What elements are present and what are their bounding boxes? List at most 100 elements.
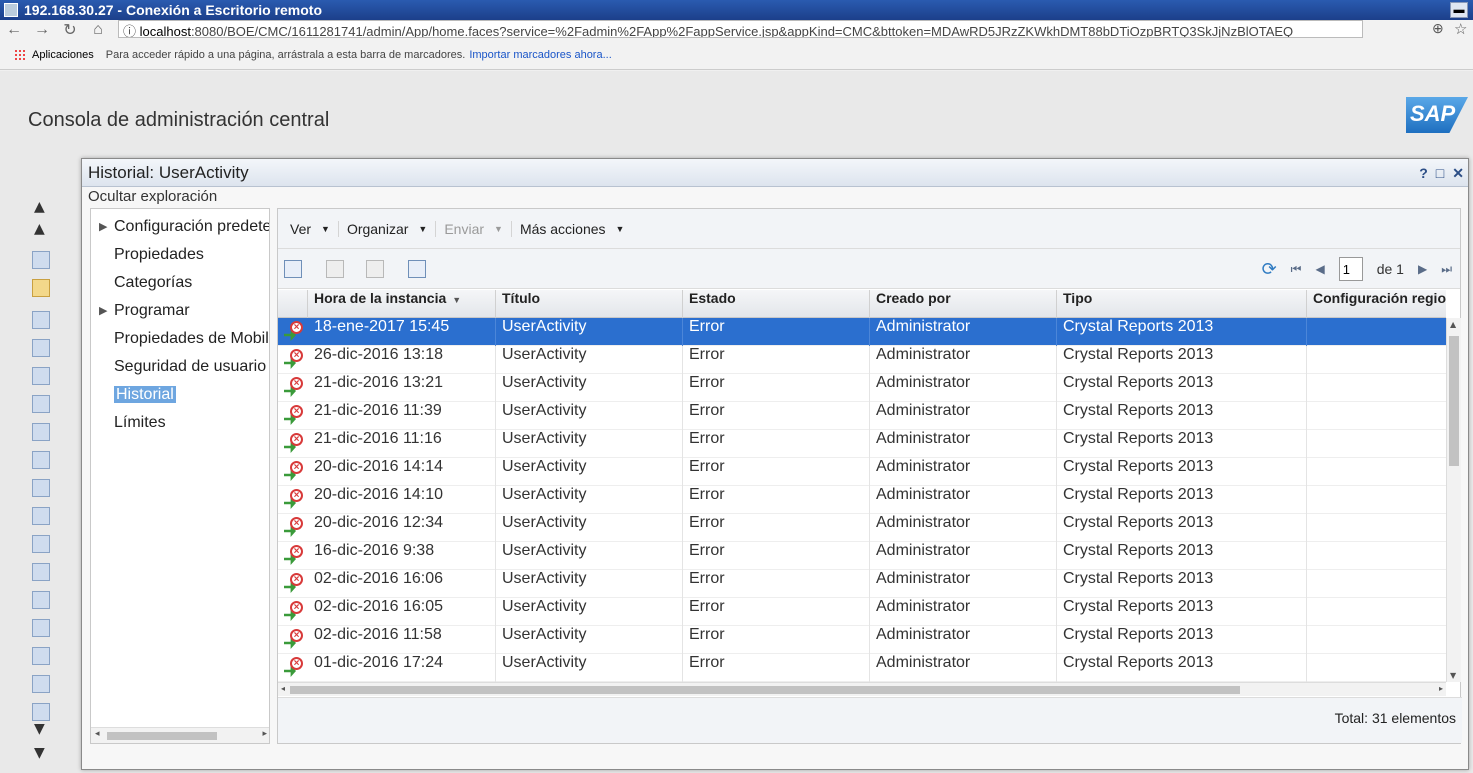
apps-grid-icon[interactable]: [14, 48, 26, 61]
reload-icon[interactable]: ↻: [56, 20, 84, 40]
scroll-thumb[interactable]: [107, 732, 217, 740]
failed-instance-icon: ×: [282, 377, 304, 399]
table-row[interactable]: × 20-dic-2016 14:10 UserActivity Error Admin…: [278, 486, 1446, 514]
connections-icon[interactable]: [32, 591, 50, 609]
inboxes-icon[interactable]: [32, 367, 50, 385]
info-icon: ⓘ: [123, 24, 140, 38]
page-number-input[interactable]: [1338, 257, 1363, 281]
reschedule-icon[interactable]: [408, 260, 426, 278]
address-bar[interactable]: ⓘ localhost:8080/BOE/CMC/1611281741/admi…: [118, 20, 1363, 38]
nav-horizontal-scrollbar[interactable]: ◂ ▸: [91, 727, 269, 743]
server-groups-icon[interactable]: [32, 507, 50, 525]
folders-icon[interactable]: [32, 311, 50, 329]
title-cell: UserActivity: [496, 374, 683, 402]
settings-icon[interactable]: [32, 703, 50, 721]
rdp-minimize-button[interactable]: ▬: [1450, 2, 1468, 18]
table-row[interactable]: × 16-dic-2016 9:38 UserActivity Error Admini…: [278, 542, 1446, 570]
nav-item-properties[interactable]: Propiedades: [91, 243, 269, 267]
nav-item-mobile-properties[interactable]: Propiedades de Mobile: [91, 327, 269, 351]
categories-icon[interactable]: [32, 395, 50, 413]
more-actions-menu-button[interactable]: Más acciones ▼: [512, 221, 633, 237]
expand-icon[interactable]: ▶: [99, 299, 107, 323]
calendars-icon[interactable]: [32, 423, 50, 441]
table-horizontal-scrollbar[interactable]: ◂ ▸: [278, 682, 1446, 696]
authentication-icon[interactable]: [32, 647, 50, 665]
hide-explore-link[interactable]: Ocultar exploración: [82, 187, 1468, 207]
apps-link[interactable]: Aplicaciones: [32, 49, 94, 61]
zoom-icon[interactable]: ⊕: [1432, 20, 1444, 37]
scroll-right-icon[interactable]: ▸: [1439, 684, 1443, 693]
scroll-top-icon[interactable]: ▲: [34, 199, 45, 215]
refresh-icon[interactable]: ⟳: [1262, 259, 1277, 280]
scroll-up-icon[interactable]: ▲: [34, 221, 45, 237]
column-header-title[interactable]: Título: [496, 290, 683, 318]
instance-details-icon[interactable]: [284, 260, 302, 278]
access-levels-icon[interactable]: [32, 619, 50, 637]
events-icon[interactable]: [32, 451, 50, 469]
column-header-instance-time[interactable]: Hora de la instancia ▼: [308, 290, 496, 318]
scroll-down-icon[interactable]: ▼: [34, 721, 45, 737]
column-header-status[interactable]: Estado: [683, 290, 870, 318]
table-row[interactable]: × 20-dic-2016 12:34 UserActivity Error Admin…: [278, 514, 1446, 542]
scroll-thumb[interactable]: [1449, 336, 1459, 466]
users-icon[interactable]: [32, 251, 50, 269]
forward-icon[interactable]: →: [28, 21, 56, 39]
table-row[interactable]: × 01-dic-2016 17:24 UserActivity Error Admin…: [278, 654, 1446, 682]
created-by-cell: Administrator: [870, 346, 1057, 374]
created-by-cell: Administrator: [870, 626, 1057, 654]
table-row[interactable]: × 02-dic-2016 16:06 UserActivity Error Admin…: [278, 570, 1446, 598]
nav-item-limits[interactable]: Límites: [91, 411, 269, 435]
instance-time-cell: 01-dic-2016 17:24: [308, 654, 496, 682]
home-icon[interactable]: ⌂: [84, 21, 112, 39]
import-bookmarks-link[interactable]: Importar marcadores ahora...: [469, 49, 611, 61]
table-row[interactable]: × 21-dic-2016 11:16 UserActivity Error Admin…: [278, 430, 1446, 458]
licenses-icon[interactable]: [32, 675, 50, 693]
first-page-icon[interactable]: ⏮: [1291, 262, 1302, 277]
failed-instance-icon: ×: [282, 657, 304, 679]
column-header-created-by[interactable]: Creado por: [870, 290, 1057, 318]
folder-icon[interactable]: [32, 279, 50, 297]
scroll-bottom-icon[interactable]: ▼: [34, 745, 45, 761]
nav-item-categories[interactable]: Categorías: [91, 271, 269, 295]
column-header-type[interactable]: Tipo: [1057, 290, 1307, 318]
column-header-locale[interactable]: Configuración regional: [1307, 290, 1446, 318]
applications-icon[interactable]: [32, 535, 50, 553]
scroll-right-icon[interactable]: ▸: [262, 729, 267, 739]
scroll-thumb[interactable]: [290, 686, 1240, 694]
send-menu-button[interactable]: Enviar ▼: [436, 220, 512, 237]
table-row[interactable]: × 02-dic-2016 11:58 UserActivity Error Admin…: [278, 626, 1446, 654]
nav-item-schedule[interactable]: ▶ Programar: [91, 299, 269, 323]
organize-label: Organizar: [346, 220, 409, 237]
created-by-cell: Administrator: [870, 374, 1057, 402]
nav-item-user-security[interactable]: Seguridad de usuario: [91, 355, 269, 379]
view-latest-instance-icon[interactable]: [366, 260, 384, 278]
scroll-left-icon[interactable]: ◂: [95, 729, 100, 739]
table-row[interactable]: × 21-dic-2016 13:21 UserActivity Error Admin…: [278, 374, 1446, 402]
help-icon[interactable]: ?: [1419, 165, 1428, 182]
star-icon[interactable]: ☆: [1454, 20, 1467, 38]
scroll-up-icon[interactable]: ▲: [1450, 320, 1456, 329]
universes-icon[interactable]: [32, 563, 50, 581]
view-menu-button[interactable]: Ver ▼: [282, 220, 339, 237]
personal-folders-icon[interactable]: [32, 339, 50, 357]
table-row[interactable]: × 21-dic-2016 11:39 UserActivity Error Admin…: [278, 402, 1446, 430]
table-row[interactable]: × 02-dic-2016 16:05 UserActivity Error Admin…: [278, 598, 1446, 626]
prev-page-icon[interactable]: ◀: [1315, 262, 1324, 276]
last-page-icon[interactable]: ⏭: [1441, 262, 1452, 277]
view-instance-icon[interactable]: [326, 260, 344, 278]
expand-icon[interactable]: ▶: [99, 215, 107, 239]
organize-menu-button[interactable]: Organizar ▼: [339, 220, 437, 237]
table-row[interactable]: × 18-ene-2017 15:45 UserActivity Error Admin…: [278, 318, 1446, 346]
next-page-icon[interactable]: ▶: [1418, 262, 1427, 276]
table-row[interactable]: × 20-dic-2016 14:14 UserActivity Error Admin…: [278, 458, 1446, 486]
table-vertical-scrollbar[interactable]: ▲ ▼: [1446, 318, 1461, 682]
servers-icon[interactable]: [32, 479, 50, 497]
scroll-down-icon[interactable]: ▼: [1450, 671, 1456, 680]
maximize-icon[interactable]: □: [1436, 165, 1444, 182]
table-row[interactable]: × 26-dic-2016 13:18 UserActivity Error Admin…: [278, 346, 1446, 374]
nav-item-history[interactable]: Historial: [91, 383, 269, 407]
close-icon[interactable]: ✕: [1452, 165, 1464, 182]
nav-item-default-settings[interactable]: ▶ Configuración predeterminada: [91, 215, 269, 239]
scroll-left-icon[interactable]: ◂: [281, 684, 285, 693]
back-icon[interactable]: ←: [0, 21, 28, 39]
